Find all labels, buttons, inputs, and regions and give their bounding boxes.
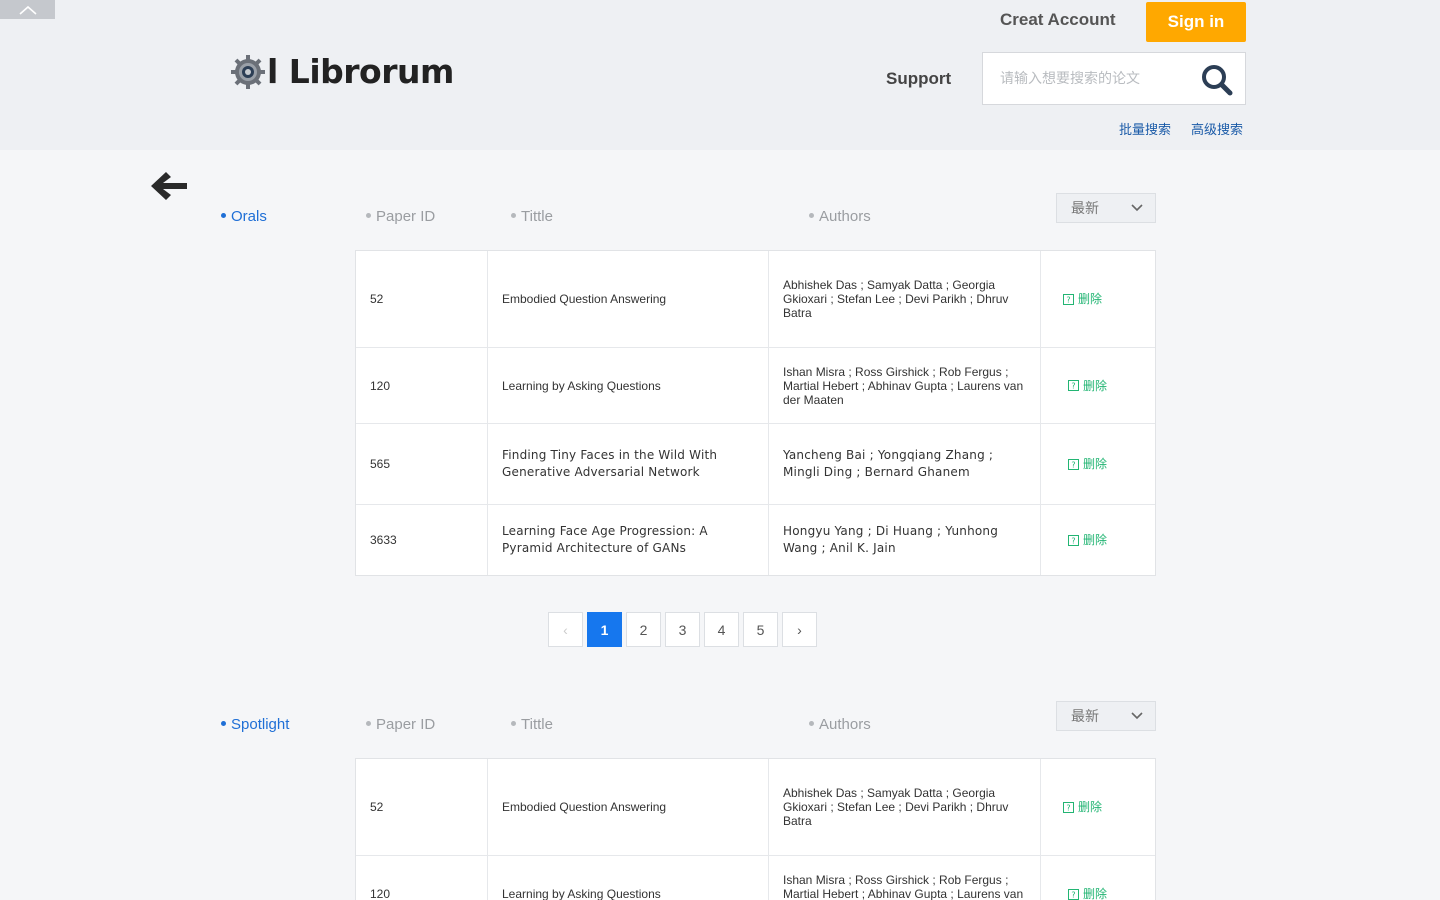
page-button-5[interactable]: 5 xyxy=(743,612,778,647)
title-cell[interactable]: Learning by Asking Questions xyxy=(488,856,769,900)
paper-id-cell: 565 xyxy=(356,424,488,504)
help-box-icon: ? xyxy=(1063,293,1074,305)
creat-account-link[interactable]: Creat Account xyxy=(1000,10,1116,30)
search-icon[interactable] xyxy=(1200,63,1234,97)
table-row: 565 Finding Tiny Faces in the Wild With … xyxy=(356,424,1155,505)
sort-dropdown[interactable]: 最新 xyxy=(1056,193,1156,223)
help-box-icon: ? xyxy=(1063,801,1074,813)
table-row: 3633 Learning Face Age Progression: A Py… xyxy=(356,505,1155,575)
svg-text:?: ? xyxy=(1066,803,1070,812)
spotlight-table: 52 Embodied Question Answering Abhishek … xyxy=(355,758,1156,900)
section-label-orals[interactable]: Orals xyxy=(221,208,267,225)
title-cell[interactable]: Learning by Asking Questions xyxy=(488,348,769,423)
page-button-2[interactable]: 2 xyxy=(626,612,661,647)
column-header-title[interactable]: Tittle xyxy=(511,208,553,225)
authors-cell: Yancheng Bai ; Yongqiang Zhang ; Mingli … xyxy=(769,424,1041,504)
delete-button[interactable]: ? 删除 xyxy=(1068,887,1107,900)
chevron-down-icon xyxy=(1131,204,1143,212)
page-button-1[interactable]: 1 xyxy=(587,612,622,647)
section-label-spotlight[interactable]: Spotlight xyxy=(221,716,289,733)
batch-search-link[interactable]: 批量搜索 xyxy=(1119,119,1171,138)
delete-button[interactable]: ? 删除 xyxy=(1063,800,1102,814)
gear-logo-icon xyxy=(231,55,265,89)
orals-table: 52 Embodied Question Answering Abhishek … xyxy=(355,250,1156,576)
delete-button[interactable]: ? 删除 xyxy=(1068,533,1107,547)
advanced-search-link[interactable]: 高级搜索 xyxy=(1191,119,1243,138)
brand-name: l Librorum xyxy=(267,52,454,91)
column-header-title[interactable]: Tittle xyxy=(511,716,553,733)
authors-cell: Abhishek Das ; Samyak Datta ; Georgia Gk… xyxy=(769,759,1041,855)
title-cell[interactable]: Learning Face Age Progression: A Pyramid… xyxy=(488,505,769,575)
help-box-icon: ? xyxy=(1068,380,1079,391)
delete-button[interactable]: ? 删除 xyxy=(1068,457,1107,471)
sort-value: 最新 xyxy=(1071,201,1099,217)
authors-cell: Abhishek Das ; Samyak Datta ; Georgia Gk… xyxy=(769,251,1041,347)
action-cell: ? 删除 xyxy=(1041,348,1155,423)
header-bar: l Librorum Creat Account Sign in Support… xyxy=(0,0,1440,150)
action-cell: ? 删除 xyxy=(1041,759,1155,855)
table-row: 120 Learning by Asking Questions Ishan M… xyxy=(356,348,1155,424)
column-header-paper-id[interactable]: Paper ID xyxy=(366,208,435,225)
paper-id-cell: 120 xyxy=(356,856,488,900)
delete-button[interactable]: ? 删除 xyxy=(1063,292,1102,306)
help-box-icon: ? xyxy=(1068,888,1079,900)
authors-cell: Hongyu Yang ; Di Huang ; Yunhong Wang ; … xyxy=(769,505,1041,575)
pagination: ‹ 1 2 3 4 5 › xyxy=(548,612,821,647)
column-header-authors[interactable]: Authors xyxy=(809,208,871,225)
sort-dropdown[interactable]: 最新 xyxy=(1056,701,1156,731)
delete-button[interactable]: ? 删除 xyxy=(1068,379,1107,393)
table-row: 52 Embodied Question Answering Abhishek … xyxy=(356,759,1155,856)
chevron-down-icon xyxy=(1131,712,1143,720)
table-row: 52 Embodied Question Answering Abhishek … xyxy=(356,251,1155,348)
next-page-button[interactable]: › xyxy=(782,612,817,647)
action-cell: ? 删除 xyxy=(1041,856,1155,900)
support-link[interactable]: Support xyxy=(886,69,951,89)
svg-text:?: ? xyxy=(1066,295,1070,304)
svg-text:?: ? xyxy=(1071,460,1075,469)
scroll-to-top-button[interactable] xyxy=(0,0,55,19)
title-cell[interactable]: Embodied Question Answering xyxy=(488,251,769,347)
sort-value: 最新 xyxy=(1071,709,1099,725)
page-button-3[interactable]: 3 xyxy=(665,612,700,647)
help-box-icon: ? xyxy=(1068,458,1079,470)
help-box-icon: ? xyxy=(1068,534,1079,546)
column-header-paper-id[interactable]: Paper ID xyxy=(366,716,435,733)
chevron-up-icon xyxy=(18,5,37,15)
svg-text:?: ? xyxy=(1071,536,1075,545)
svg-text:?: ? xyxy=(1071,890,1075,899)
back-arrow-icon[interactable] xyxy=(149,168,189,204)
paper-id-cell: 52 xyxy=(356,759,488,855)
action-cell: ? 删除 xyxy=(1041,251,1155,347)
authors-cell: Ishan Misra ; Ross Girshick ; Rob Fergus… xyxy=(769,856,1041,900)
site-logo[interactable]: l Librorum xyxy=(230,52,454,92)
svg-text:?: ? xyxy=(1071,382,1075,391)
page-button-4[interactable]: 4 xyxy=(704,612,739,647)
authors-cell: Ishan Misra ; Ross Girshick ; Rob Fergus… xyxy=(769,348,1041,423)
paper-id-cell: 3633 xyxy=(356,505,488,575)
prev-page-button[interactable]: ‹ xyxy=(548,612,583,647)
table-row: 120 Learning by Asking Questions Ishan M… xyxy=(356,856,1155,900)
action-cell: ? 删除 xyxy=(1041,505,1155,575)
column-header-authors[interactable]: Authors xyxy=(809,716,871,733)
paper-id-cell: 120 xyxy=(356,348,488,423)
title-cell[interactable]: Embodied Question Answering xyxy=(488,759,769,855)
search-input[interactable] xyxy=(983,53,1193,104)
sign-in-button[interactable]: Sign in xyxy=(1146,2,1246,42)
action-cell: ? 删除 xyxy=(1041,424,1155,504)
title-cell[interactable]: Finding Tiny Faces in the Wild With Gene… xyxy=(488,424,769,504)
paper-id-cell: 52 xyxy=(356,251,488,347)
search-box xyxy=(982,52,1246,105)
